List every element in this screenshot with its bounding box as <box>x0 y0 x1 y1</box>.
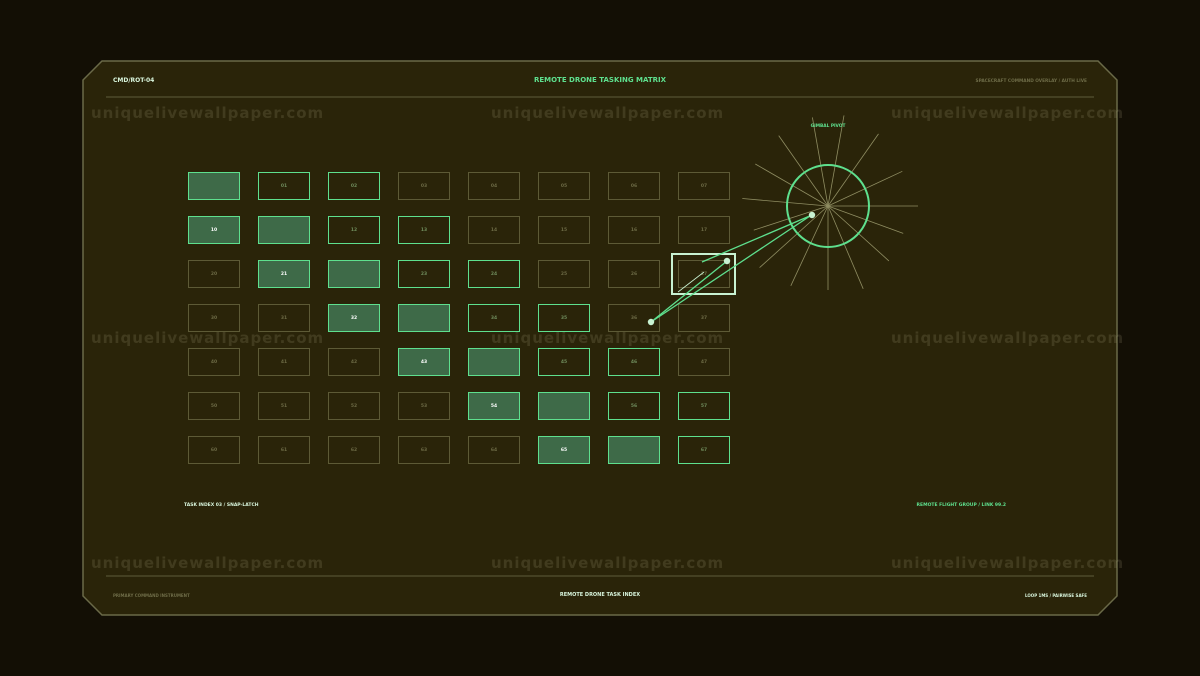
task-cell[interactable]: 47 <box>678 348 730 376</box>
task-cell[interactable]: 41 <box>258 348 310 376</box>
task-cell[interactable]: 21 <box>258 260 310 288</box>
task-cell[interactable]: 15 <box>538 216 590 244</box>
task-cell[interactable] <box>188 172 240 200</box>
task-cell[interactable] <box>538 392 590 420</box>
task-cell[interactable]: 63 <box>398 436 450 464</box>
task-cell[interactable]: 25 <box>538 260 590 288</box>
task-cell[interactable]: 51 <box>258 392 310 420</box>
task-cell[interactable]: 67 <box>678 436 730 464</box>
task-cell[interactable]: 42 <box>328 348 380 376</box>
task-cell[interactable]: 01 <box>258 172 310 200</box>
watermark: uniquelivewallpaper.com <box>891 554 1125 572</box>
task-cell[interactable]: 23 <box>398 260 450 288</box>
watermark: uniquelivewallpaper.com <box>91 104 325 122</box>
task-cell[interactable]: 03 <box>398 172 450 200</box>
task-cell[interactable]: 52 <box>328 392 380 420</box>
task-cell[interactable]: 61 <box>258 436 310 464</box>
task-cell[interactable]: 53 <box>398 392 450 420</box>
watermark: uniquelivewallpaper.com <box>491 554 725 572</box>
task-cell[interactable]: 37 <box>678 304 730 332</box>
task-cell[interactable]: 13 <box>398 216 450 244</box>
watermark: uniquelivewallpaper.com <box>891 329 1125 347</box>
task-cell[interactable]: 24 <box>468 260 520 288</box>
task-cell[interactable]: 31 <box>258 304 310 332</box>
task-cell[interactable]: 50 <box>188 392 240 420</box>
task-cell[interactable] <box>398 304 450 332</box>
task-cell[interactable]: 60 <box>188 436 240 464</box>
task-cell[interactable]: 30 <box>188 304 240 332</box>
task-cell[interactable] <box>468 348 520 376</box>
task-cell[interactable]: 14 <box>468 216 520 244</box>
task-cell[interactable]: 54 <box>468 392 520 420</box>
task-cell[interactable]: 16 <box>608 216 660 244</box>
task-cell[interactable]: 26 <box>608 260 660 288</box>
header-status: SPACECRAFT COMMAND OVERLAY / AUTH LIVE <box>975 79 1088 84</box>
task-cell[interactable]: 10 <box>188 216 240 244</box>
task-cell[interactable]: 34 <box>468 304 520 332</box>
watermark: uniquelivewallpaper.com <box>491 104 725 122</box>
task-cell[interactable]: 43 <box>398 348 450 376</box>
task-cell[interactable]: 65 <box>538 436 590 464</box>
task-cell[interactable]: 35 <box>538 304 590 332</box>
watermark: uniquelivewallpaper.com <box>91 554 325 572</box>
task-cell[interactable]: 06 <box>608 172 660 200</box>
task-cell[interactable]: 04 <box>468 172 520 200</box>
task-cell[interactable]: 32 <box>328 304 380 332</box>
task-cell[interactable]: 62 <box>328 436 380 464</box>
watermark: uniquelivewallpaper.com <box>891 104 1125 122</box>
task-cell[interactable] <box>258 216 310 244</box>
task-cell[interactable]: 56 <box>608 392 660 420</box>
task-cell[interactable]: 05 <box>538 172 590 200</box>
task-cell[interactable]: 64 <box>468 436 520 464</box>
task-cell[interactable] <box>608 436 660 464</box>
gimbal-label: GIMBAL PIVOT <box>810 124 846 129</box>
task-cell[interactable]: 45 <box>538 348 590 376</box>
footer-right: LOOP 1MS / PAIRWISE SAFE <box>1025 593 1087 598</box>
task-index-label: TASK INDEX 03 / SNAP-LATCH <box>184 503 259 508</box>
selection-box[interactable] <box>671 253 736 295</box>
task-cell[interactable]: 46 <box>608 348 660 376</box>
task-cell[interactable]: 20 <box>188 260 240 288</box>
task-cell[interactable]: 40 <box>188 348 240 376</box>
flight-group-label: REMOTE FLIGHT GROUP / LINK 99.2 <box>916 503 1006 508</box>
task-cell[interactable] <box>328 260 380 288</box>
task-cell[interactable]: 02 <box>328 172 380 200</box>
task-cell[interactable]: 07 <box>678 172 730 200</box>
footer-center: REMOTE DRONE TASK INDEX <box>559 592 641 598</box>
task-cell[interactable]: 17 <box>678 216 730 244</box>
task-cell[interactable]: 36 <box>608 304 660 332</box>
task-cell[interactable]: 57 <box>678 392 730 420</box>
task-cell[interactable]: 12 <box>328 216 380 244</box>
